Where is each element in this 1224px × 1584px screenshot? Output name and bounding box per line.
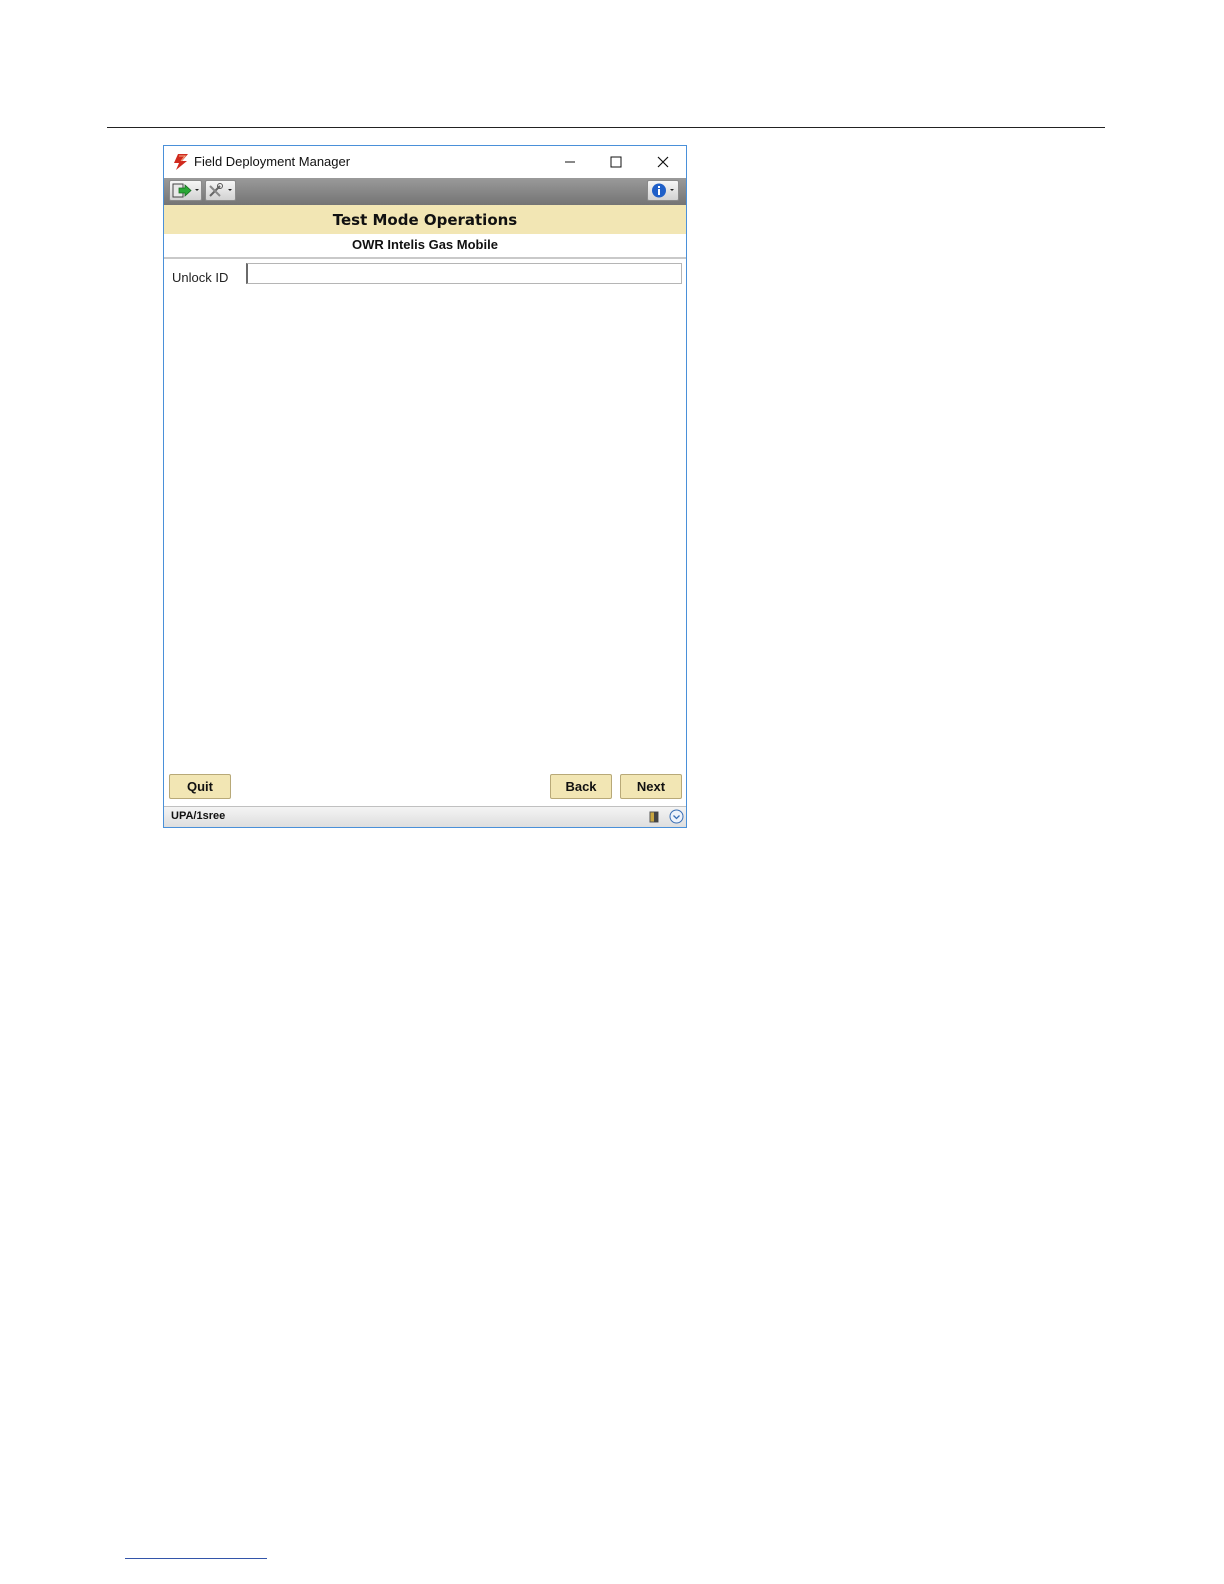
app-window: Field Deployment Manager Test Mode Opera… xyxy=(163,145,687,828)
window-title: Field Deployment Manager xyxy=(194,154,351,169)
exit-arrow-icon xyxy=(170,183,201,204)
page-top-rule xyxy=(107,127,1105,128)
status-bar: UPA/1sree xyxy=(164,806,686,827)
maximize-button[interactable] xyxy=(601,150,631,174)
info-menu-button[interactable] xyxy=(647,180,679,201)
info-icon xyxy=(648,183,678,204)
page-subheader: OWR Intelis Gas Mobile xyxy=(164,234,686,256)
header-divider xyxy=(164,257,686,259)
quit-button[interactable]: Quit xyxy=(169,774,231,799)
database-icon xyxy=(648,810,660,824)
page-subtitle: OWR Intelis Gas Mobile xyxy=(352,237,498,252)
back-button[interactable]: Back xyxy=(550,774,612,799)
next-button[interactable]: Next xyxy=(620,774,682,799)
unlock-id-label: Unlock ID xyxy=(172,270,229,285)
footnote-rule xyxy=(125,1558,267,1559)
exit-menu-button[interactable] xyxy=(169,180,202,201)
unlock-id-input[interactable] xyxy=(246,263,682,284)
close-button[interactable] xyxy=(648,150,678,174)
minimize-button[interactable] xyxy=(555,150,585,174)
clock-icon[interactable] xyxy=(669,809,684,824)
title-bar: Field Deployment Manager xyxy=(164,146,686,178)
toolbar xyxy=(164,178,686,205)
page-title: Test Mode Operations xyxy=(332,211,518,229)
tools-menu-button[interactable] xyxy=(205,180,236,201)
tools-icon xyxy=(206,183,235,204)
page-header: Test Mode Operations xyxy=(164,205,686,234)
app-logo-icon xyxy=(173,153,189,171)
status-user-text: UPA/1sree xyxy=(171,810,226,822)
